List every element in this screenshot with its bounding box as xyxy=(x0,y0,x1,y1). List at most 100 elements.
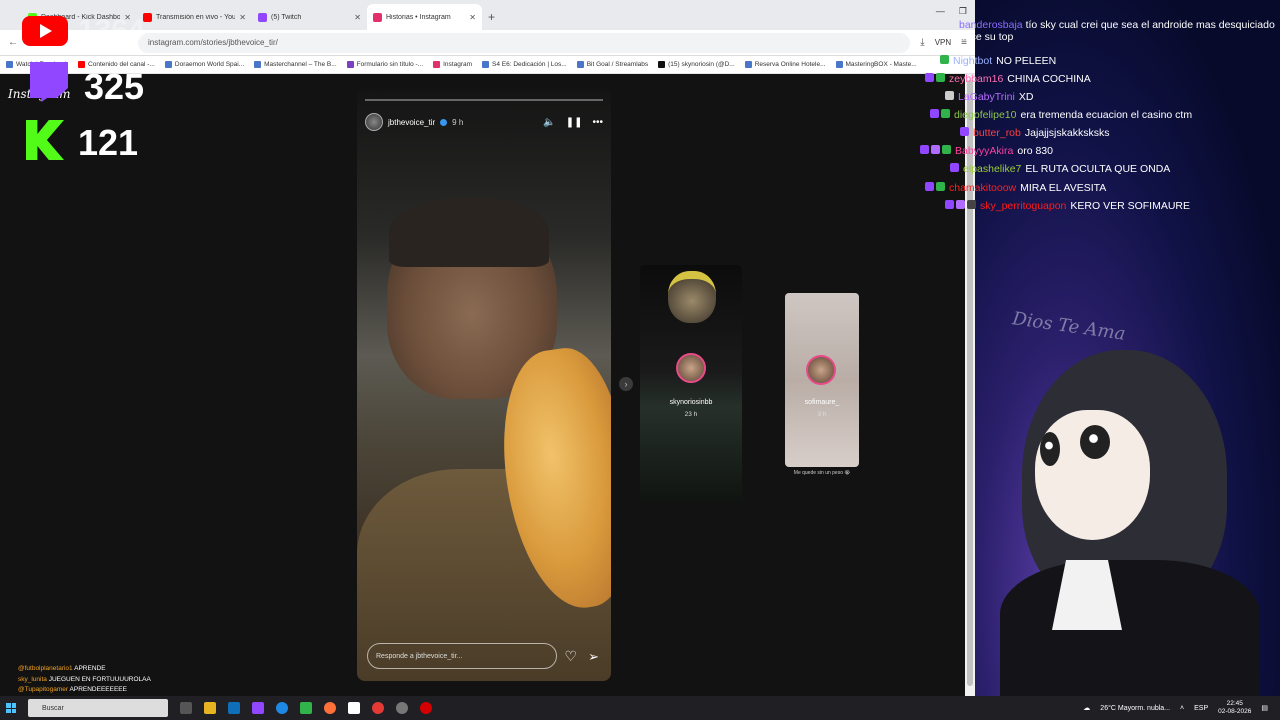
back-icon[interactable]: ← xyxy=(8,37,18,48)
sub-badge-icon xyxy=(920,145,929,154)
preview-username: sofimaure_ xyxy=(804,399,840,406)
obs-icon[interactable] xyxy=(396,702,408,714)
preview-time: 23 h xyxy=(684,411,698,418)
bookmark-label: Doraemon World Spai... xyxy=(174,61,245,68)
bookmark-item[interactable]: Formulario sin título -... xyxy=(346,61,423,68)
preview-avatar xyxy=(806,355,836,385)
firefox-icon[interactable] xyxy=(324,702,336,714)
send-icon[interactable]: ➢ xyxy=(588,649,599,665)
url-field[interactable]: instagram.com/stories/jbthevoice_tir/ xyxy=(138,32,911,53)
chat-text: CHINA COCHINA xyxy=(1007,73,1091,85)
minimize-icon[interactable]: — xyxy=(936,6,945,17)
bookmark-item[interactable]: Bit Goal / Streamlabs xyxy=(576,61,648,68)
kick-viewer-count: 121 xyxy=(78,122,139,163)
vscode-icon[interactable] xyxy=(228,702,240,714)
language-indicator[interactable]: ESP xyxy=(1194,705,1208,712)
window-controls: — ❐ xyxy=(936,6,967,17)
badge-icon xyxy=(936,73,945,82)
pause-icon[interactable]: ❚❚ xyxy=(566,117,583,128)
chat-text: Jajajjsjskakksksks xyxy=(1024,127,1110,139)
bookmark-icon xyxy=(576,61,584,68)
story-preview-skynoriosinbb[interactable]: skynoriosinbb 23 h xyxy=(640,265,742,502)
file-explorer-icon[interactable] xyxy=(204,702,216,714)
story-viewer[interactable]: jbthevoice_tir 9 h 🔈 ❚❚ ••• Responde a j… xyxy=(357,89,611,681)
chat-text: NO PELEEN xyxy=(996,55,1057,67)
preview-caption: Me quede sin un peso 😭 xyxy=(793,470,851,476)
bookmark-label: MasteringBOX - Maste... xyxy=(845,61,917,68)
tab-twitch[interactable]: (5) Twitch ✕ xyxy=(252,4,367,30)
app-icon[interactable] xyxy=(348,702,360,714)
close-tab-icon[interactable]: ✕ xyxy=(239,13,246,22)
story-avatar[interactable] xyxy=(365,113,383,131)
story-time: 9 h xyxy=(452,117,464,127)
chat-message: Nightbot NO PELEEN xyxy=(940,55,1056,67)
story-header: jbthevoice_tir 9 h 🔈 ❚❚ ••• xyxy=(365,111,603,133)
clock-time: 22:45 xyxy=(1226,700,1243,707)
volume-icon[interactable]: 🔈 xyxy=(543,117,555,128)
windows-start-icon[interactable] xyxy=(6,703,16,713)
chat-message: butter_rob Jajajjsjskakksksks xyxy=(960,127,1109,139)
mod-badge-icon xyxy=(940,55,949,64)
bookmark-item[interactable]: Masterchannel – The B... xyxy=(254,61,337,68)
bookmark-icon xyxy=(658,61,666,68)
chat-username: butter_rob xyxy=(973,127,1021,139)
mini-chat-line: @futbolplanetario1 APRENDE xyxy=(18,664,151,675)
chat-username: sky_perritoguapon xyxy=(980,200,1067,212)
youtube-logo-icon xyxy=(22,16,68,46)
vtuber-avatar-body xyxy=(1000,560,1260,696)
chrome-icon[interactable] xyxy=(372,702,384,714)
vtuber-eye xyxy=(1040,432,1060,466)
badge-icon xyxy=(945,91,954,100)
chevron-up-icon[interactable]: ˄ xyxy=(1180,705,1184,712)
sub-badge-icon xyxy=(950,163,959,172)
story-progress-bar xyxy=(365,99,603,101)
more-options-icon[interactable]: ••• xyxy=(592,117,603,128)
story-preview-sofimaure[interactable]: sofimaure_ 3 h xyxy=(785,293,859,467)
mini-chat-user: sky_lunita xyxy=(18,675,47,683)
system-tray: ☁ 26°C Mayorm. nubla... ˄ ESP 22:45 02-0… xyxy=(1083,696,1268,720)
download-icon[interactable]: ⤓ xyxy=(920,37,924,48)
bookmark-item[interactable]: MasteringBOX - Maste... xyxy=(835,61,917,68)
tab-youtube[interactable]: Transmisión en vivo - YouTube✕ xyxy=(137,4,252,30)
taskbar-search[interactable]: Buscar xyxy=(28,699,168,717)
bookmark-icon xyxy=(164,61,172,68)
bookmark-item[interactable]: (15) skynoriosin (@D... xyxy=(658,61,735,68)
mini-chat: @futbolplanetario1 APRENDE sky_lunita JU… xyxy=(18,664,151,696)
story-reply-input[interactable]: Responde a jbthevoice_tir... xyxy=(367,643,557,669)
story-username[interactable]: jbthevoice_tir xyxy=(388,118,435,127)
mini-chat-text: JUEGUEN EN FORTUUUUROLAA xyxy=(48,675,151,683)
app-icon[interactable] xyxy=(300,702,312,714)
taskbar-clock[interactable]: 22:45 02-08-2026 xyxy=(1218,700,1251,716)
bookmark-icon xyxy=(744,61,752,68)
opera-icon[interactable] xyxy=(420,702,432,714)
bookmark-label: Instagram xyxy=(443,61,473,68)
close-tab-icon[interactable]: ✕ xyxy=(469,13,476,22)
twitch-app-icon[interactable] xyxy=(252,702,264,714)
preview-avatar xyxy=(676,353,706,383)
bookmark-item[interactable]: Reserva Online Hotele... xyxy=(744,61,826,68)
chat-username: elpashelike7 xyxy=(963,163,1022,175)
preview-username: skynoriosinbb xyxy=(669,399,713,406)
bookmark-item[interactable]: Instagram xyxy=(433,61,472,68)
weather-text[interactable]: 26°C Mayorm. nubla... xyxy=(1100,705,1170,712)
bookmark-icon xyxy=(6,61,13,68)
tab-title: Transmisión en vivo - YouTube xyxy=(156,13,236,21)
like-heart-icon[interactable]: ♡ xyxy=(564,648,577,665)
notifications-icon[interactable]: ▤ xyxy=(1261,704,1268,712)
task-view-icon[interactable] xyxy=(180,702,192,714)
next-story-arrow-icon[interactable]: › xyxy=(619,377,633,391)
chat-text: KERO VER SOFIMAURE xyxy=(1070,200,1190,212)
taskbar: Buscar ☁ 26°C Mayorm. nubla... ˄ ESP 22:… xyxy=(0,696,1280,720)
chat-text: EL RUTA OCULTA QUE ONDA xyxy=(1025,163,1171,175)
maximize-icon[interactable]: ❐ xyxy=(959,6,967,17)
chat-username: zeybbam16 xyxy=(949,73,1004,85)
close-tab-icon[interactable]: ✕ xyxy=(354,13,361,22)
x-badge-icon xyxy=(967,200,976,209)
new-tab-icon[interactable]: + xyxy=(488,4,495,30)
bookmark-item[interactable]: S4 E6: Dedicación | Los... xyxy=(482,61,567,68)
screen: Dashboard - Kick Dashboard✕ Transmisión … xyxy=(0,0,1280,720)
tab-title: Historias • Instagram xyxy=(386,13,451,21)
tab-instagram[interactable]: Historias • Instagram ✕ xyxy=(367,4,482,30)
edge-icon[interactable] xyxy=(276,702,288,714)
bookmark-item[interactable]: Doraemon World Spai... xyxy=(164,61,245,68)
